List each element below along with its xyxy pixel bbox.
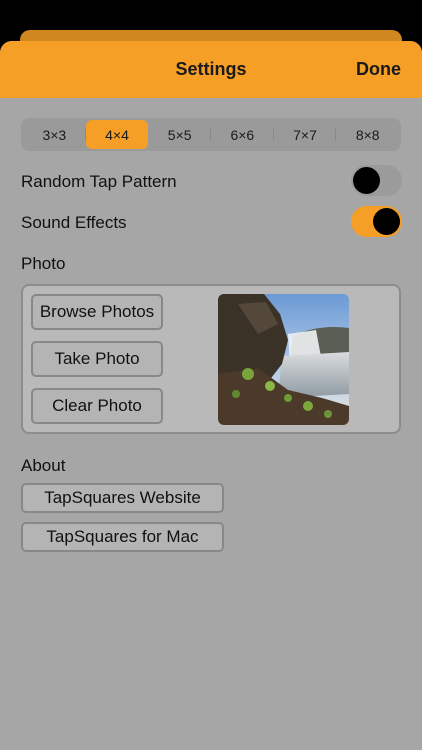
grid-size-8x8[interactable]: 8×8 — [336, 120, 399, 149]
toggle-knob — [373, 208, 400, 235]
toggle-knob — [353, 167, 380, 194]
segment-label: 6×6 — [230, 126, 255, 143]
photo-heading: Photo — [21, 254, 66, 273]
segment-label: 5×5 — [167, 126, 192, 143]
segment-label: 3×3 — [42, 126, 67, 143]
about-heading: About — [21, 456, 66, 475]
photo-panel: Browse Photos Take Photo Clear Photo — [21, 284, 401, 434]
nav-bar: Settings Done — [0, 41, 422, 98]
grid-size-4x4[interactable]: 4×4 — [85, 120, 149, 149]
random-tap-label: Random Tap Pattern — [21, 172, 177, 191]
grid-size-3x3[interactable]: 3×3 — [23, 120, 86, 149]
grid-size-7x7[interactable]: 7×7 — [274, 120, 337, 149]
photo-preview — [218, 294, 349, 425]
take-photo-button[interactable]: Take Photo — [31, 341, 163, 377]
sound-effects-label: Sound Effects — [21, 213, 127, 232]
clear-photo-button[interactable]: Clear Photo — [31, 388, 163, 424]
sound-effects-toggle[interactable] — [351, 206, 402, 237]
segment-label: 4×4 — [105, 126, 129, 143]
grid-size-5x5[interactable]: 5×5 — [148, 120, 212, 149]
tapsquares-for-mac-button[interactable]: TapSquares for Mac — [21, 522, 224, 552]
tapsquares-website-button[interactable]: TapSquares Website — [21, 483, 224, 513]
done-button[interactable]: Done — [356, 59, 401, 80]
waterfall-photo-icon — [218, 294, 349, 425]
settings-sheet: Settings Done 3×3 4×4 5×5 6×6 7×7 8×8 Ra… — [0, 41, 422, 750]
segment-label: 7×7 — [293, 126, 317, 143]
random-tap-toggle[interactable] — [351, 165, 402, 196]
browse-photos-button[interactable]: Browse Photos — [31, 294, 163, 330]
grid-size-selector: 3×3 4×4 5×5 6×6 7×7 8×8 — [21, 118, 401, 151]
grid-size-6x6[interactable]: 6×6 — [211, 120, 274, 149]
segment-label: 8×8 — [355, 126, 380, 143]
